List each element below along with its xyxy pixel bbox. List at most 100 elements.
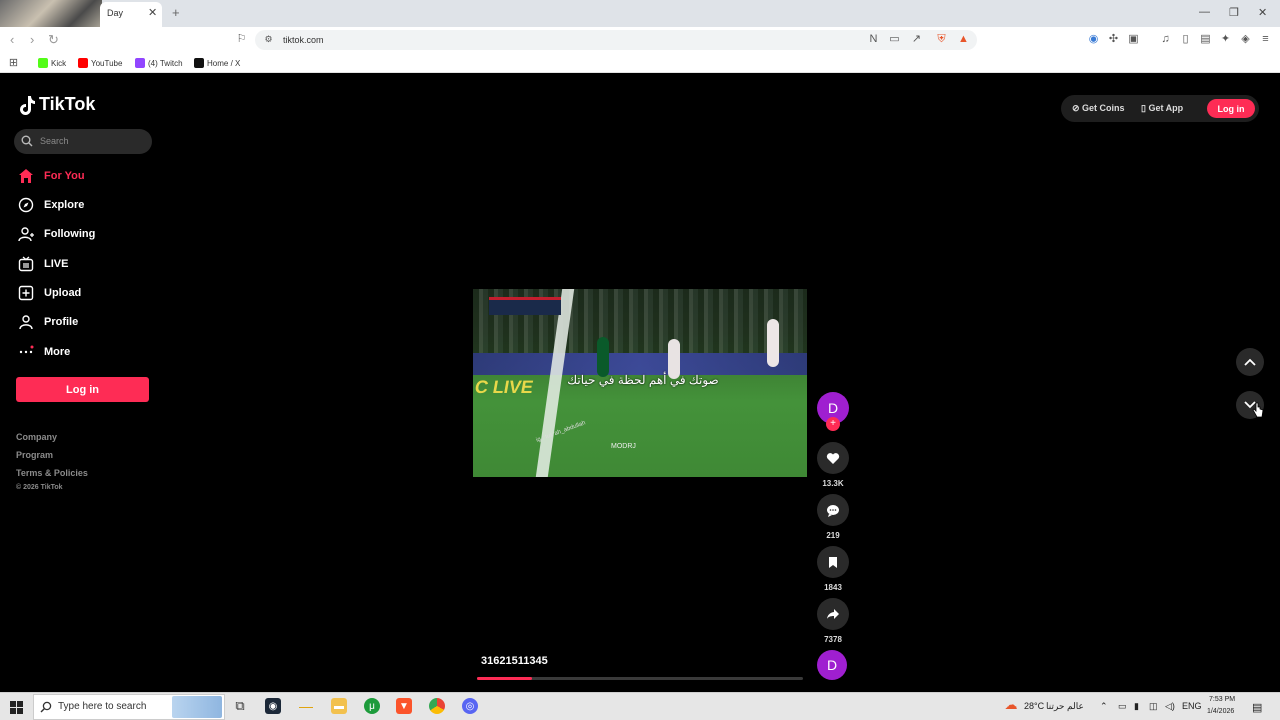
like-count: 13.3K <box>822 479 844 488</box>
video-player[interactable]: C LIVE صوتك في أهم لحظة في حياتك ig : tu… <box>473 289 807 477</box>
like-button[interactable] <box>817 442 849 474</box>
leo-icon[interactable]: ✦ <box>1219 33 1232 46</box>
brave-browser-icon[interactable]: ▼ <box>396 698 412 714</box>
footer-program-link[interactable]: Program <box>16 450 53 460</box>
nav-live[interactable]: LIVE <box>18 256 68 272</box>
weather-temp[interactable]: 28°C <box>1024 701 1044 711</box>
video-author-username[interactable]: 31621511345 <box>481 655 548 667</box>
utorrent-icon[interactable]: μ <box>364 698 380 714</box>
site-info-icon[interactable]: ⚙ <box>262 33 275 46</box>
volume-icon[interactable]: ◁) <box>1165 701 1175 712</box>
sidebar-icon[interactable]: ▯ <box>1179 33 1192 46</box>
minimize-button[interactable]: — <box>1199 6 1210 18</box>
video-subtitle: صوتك في أهم لحظة في حياتك <box>567 373 719 387</box>
apps-grid-icon[interactable]: ⊞ <box>7 57 20 70</box>
weather-text[interactable]: عالم حرتنا <box>1046 701 1084 712</box>
discord-icon[interactable]: ◎ <box>462 698 478 714</box>
share-button[interactable] <box>817 598 849 630</box>
comment-icon <box>827 504 839 517</box>
back-icon[interactable]: ‹ <box>10 32 14 47</box>
header-login-button[interactable]: Log in <box>1207 99 1255 118</box>
windows-start-icon[interactable] <box>10 701 23 714</box>
extensions-icon[interactable]: ✣ <box>1107 33 1120 46</box>
nav-label: Following <box>44 228 96 240</box>
nav-profile[interactable]: Profile <box>18 314 78 330</box>
search-input[interactable] <box>14 129 152 154</box>
translate-icon[interactable]: N <box>867 33 880 46</box>
music-disc-circle: D <box>817 650 847 680</box>
audio-icon[interactable]: ◉ <box>1087 33 1100 46</box>
url-text[interactable]: tiktok.com <box>283 35 324 45</box>
get-coins-label: Get Coins <box>1082 103 1125 113</box>
network-icon[interactable]: ◫ <box>1149 701 1158 712</box>
steam-icon[interactable]: ◉ <box>265 698 281 714</box>
bookmark-youtube[interactable]: YouTube <box>78 58 122 68</box>
footer-company-link[interactable]: Company <box>16 432 57 442</box>
youtube-icon <box>78 58 88 68</box>
taskbar-search-icon <box>40 701 52 713</box>
follow-button[interactable]: + <box>826 417 840 431</box>
sidebar-login-button[interactable]: Log in <box>16 377 149 402</box>
compass-icon <box>18 197 34 213</box>
wallet2-icon[interactable]: ▤ <box>1199 33 1212 46</box>
tray-meet-icon[interactable]: ▭ <box>1118 701 1127 712</box>
video-progress-bar[interactable] <box>477 677 803 680</box>
previous-video-button[interactable] <box>1236 348 1264 376</box>
vpn-icon[interactable]: ◈ <box>1239 33 1252 46</box>
share-icon <box>827 609 839 619</box>
bookmark-x[interactable]: Home / X <box>194 58 240 68</box>
user-plus-icon <box>18 227 34 242</box>
search-icon <box>21 135 33 147</box>
window-close-button[interactable]: ✕ <box>1258 6 1267 19</box>
get-app-button[interactable]: ▯ Get App <box>1141 103 1183 114</box>
weather-icon[interactable]: ☁ <box>1003 697 1019 713</box>
tray-battery-icon[interactable]: ▮ <box>1134 701 1139 712</box>
heart-icon <box>826 452 840 464</box>
bookmark-twitch[interactable]: (4) Twitch <box>135 58 183 68</box>
video-scorebug <box>489 297 561 315</box>
bookmark-kick[interactable]: Kick <box>38 58 66 68</box>
nav-explore[interactable]: Explore <box>18 197 84 213</box>
nav-following[interactable]: Following <box>18 226 95 242</box>
cast-icon[interactable]: ▭ <box>888 33 901 46</box>
tab-title: Day <box>107 8 124 18</box>
logo-text: TikTok <box>39 94 96 114</box>
footer-terms-link[interactable]: Terms & Policies <box>16 468 88 478</box>
share-page-icon[interactable]: ↗ <box>910 33 923 46</box>
menu-icon[interactable]: ≡ <box>1259 33 1272 46</box>
live-icon <box>18 256 34 272</box>
clock-time[interactable]: 7:53 PM <box>1209 696 1235 703</box>
nav-for-you[interactable]: For You <box>18 168 85 184</box>
video-adboard <box>473 353 807 375</box>
clock-date[interactable]: 1/4/2026 <box>1207 708 1234 715</box>
comment-button[interactable] <box>817 494 849 526</box>
forward-icon[interactable]: › <box>30 32 34 47</box>
new-tab-button[interactable]: + <box>172 5 180 20</box>
bookmark-label: Home / X <box>207 58 241 68</box>
wallet-icon[interactable]: ▣ <box>1127 33 1140 46</box>
video-player-figure <box>597 337 609 377</box>
music-disc-avatar[interactable]: D <box>817 650 847 680</box>
pen-app-icon[interactable]: — <box>298 698 314 714</box>
file-explorer-icon[interactable]: ▬ <box>331 698 347 714</box>
nav-more[interactable]: More <box>18 344 70 360</box>
language-indicator[interactable]: ENG <box>1182 701 1202 711</box>
notification-icon[interactable]: ▤ <box>1252 701 1262 714</box>
music-icon[interactable]: ♫ <box>1159 33 1172 46</box>
restore-button[interactable]: ❐ <box>1229 6 1239 19</box>
get-coins-button[interactable]: ⊘ Get Coins <box>1072 103 1125 114</box>
taskbar-search-placeholder: Type here to search <box>58 701 147 712</box>
brave-shield-icon[interactable]: ⛨ <box>935 33 948 46</box>
bookmark-page-icon[interactable]: ⚐ <box>235 33 248 46</box>
tiktok-logo[interactable]: TikTok <box>18 94 95 115</box>
tab-close-icon[interactable]: ✕ <box>148 6 157 19</box>
bookmark-label: (4) Twitch <box>148 58 183 68</box>
task-view-icon[interactable]: ⧉ <box>232 698 248 714</box>
get-app-label: Get App <box>1148 103 1184 113</box>
nav-upload[interactable]: Upload <box>18 285 81 301</box>
reload-icon[interactable]: ↻ <box>48 32 59 48</box>
chrome-icon[interactable] <box>429 698 445 714</box>
bookmark-button[interactable] <box>817 546 849 578</box>
brave-rewards-icon[interactable]: ▲ <box>957 33 970 46</box>
tray-chevron-icon[interactable]: ⌃ <box>1100 701 1108 712</box>
